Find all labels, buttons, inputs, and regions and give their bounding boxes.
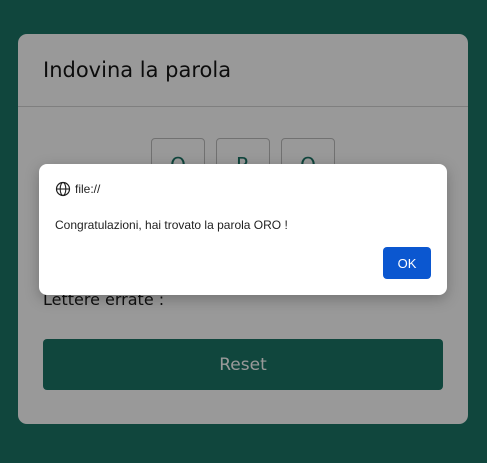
dialog-origin-text: file:// bbox=[75, 182, 101, 196]
globe-icon bbox=[55, 181, 71, 197]
dialog-message: Congratulazioni, hai trovato la parola O… bbox=[55, 218, 288, 232]
alert-dialog: file:// Congratulazioni, hai trovato la … bbox=[39, 164, 447, 295]
ok-button[interactable]: OK bbox=[383, 247, 431, 279]
dialog-origin: file:// bbox=[55, 181, 100, 197]
